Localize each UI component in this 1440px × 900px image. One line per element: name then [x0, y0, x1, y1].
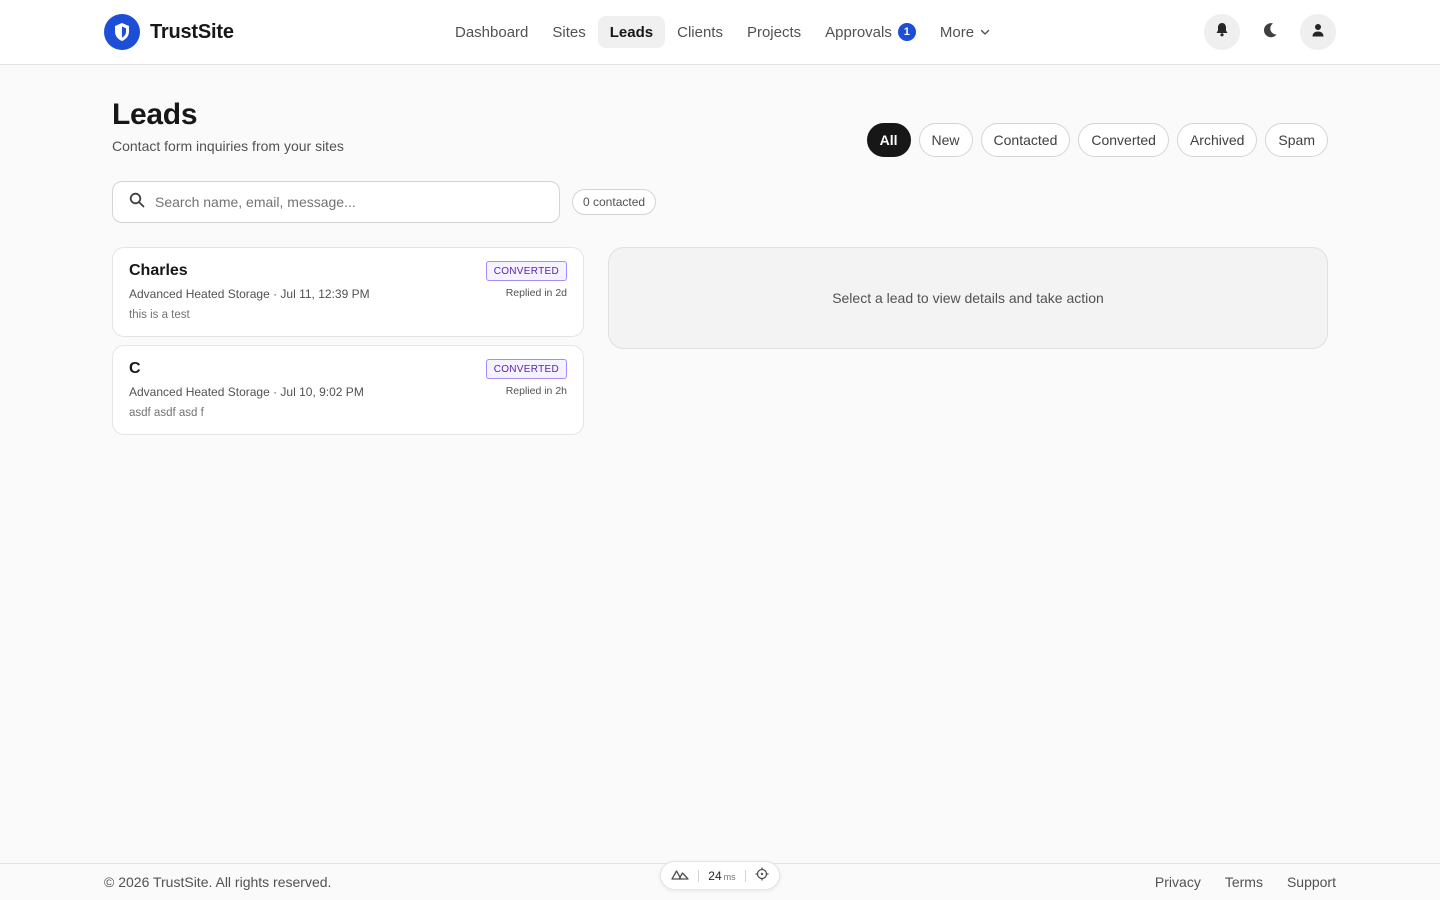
search-icon — [129, 192, 145, 213]
top-actions — [1204, 14, 1336, 50]
devtools-toolbar: 24 ms — [660, 861, 780, 890]
nav-more[interactable]: More — [928, 16, 1002, 48]
bell-icon — [1215, 22, 1229, 42]
search-input[interactable] — [155, 194, 535, 210]
nav-projects[interactable]: Projects — [735, 16, 813, 48]
filter-spam[interactable]: Spam — [1265, 123, 1328, 157]
detail-empty-text: Select a lead to view details and take a… — [832, 290, 1104, 306]
filter-contacted[interactable]: Contacted — [980, 123, 1071, 157]
footer-links: Privacy Terms Support — [1155, 874, 1336, 890]
theme-toggle-button[interactable] — [1252, 14, 1288, 50]
crosshair-icon[interactable] — [755, 867, 769, 884]
render-time-readout[interactable]: 24 ms — [708, 869, 735, 883]
lead-reply-time: Replied in 2h — [505, 385, 567, 397]
nav-approvals-label: Approvals — [825, 23, 892, 41]
lead-message-preview: asdf asdf asd f — [129, 407, 204, 419]
filter-new[interactable]: New — [918, 123, 973, 157]
user-menu-button[interactable] — [1300, 14, 1336, 50]
lead-meta: Advanced Heated Storage · Jul 10, 9:02 P… — [129, 385, 364, 399]
nav-sites[interactable]: Sites — [540, 16, 597, 48]
devtools-divider — [744, 869, 746, 882]
filter-converted[interactable]: Converted — [1078, 123, 1169, 157]
nav-approvals[interactable]: Approvals 1 — [813, 16, 928, 48]
lead-card[interactable]: Charles Advanced Heated Storage · Jul 11… — [112, 247, 584, 337]
nav-more-label: More — [939, 23, 975, 41]
footer-link-terms[interactable]: Terms — [1225, 874, 1263, 890]
nav-clients[interactable]: Clients — [665, 16, 735, 48]
lead-detail-panel: Select a lead to view details and take a… — [608, 247, 1328, 349]
lead-status-badge: CONVERTED — [485, 261, 567, 281]
filter-all[interactable]: All — [866, 123, 911, 157]
devtools-divider — [698, 869, 700, 882]
page-title: Leads — [112, 98, 198, 131]
status-filter-group: All New Contacted Converted Archived Spa… — [866, 123, 1328, 157]
search-box — [112, 181, 560, 223]
footer-link-support[interactable]: Support — [1287, 874, 1336, 890]
nuxt-logo-icon[interactable] — [671, 868, 690, 883]
lead-status-badge: CONVERTED — [485, 359, 567, 379]
lead-message-preview: this is a test — [129, 309, 190, 321]
render-time-value: 24 — [708, 868, 722, 883]
contacted-count-badge: 0 contacted — [572, 189, 657, 215]
lead-meta: Advanced Heated Storage · Jul 11, 12:39 … — [129, 287, 370, 301]
main-nav: Dashboard Sites Leads Clients Projects A… — [443, 16, 1002, 48]
lead-name: Charles — [129, 262, 188, 279]
approvals-count-badge: 1 — [897, 23, 916, 41]
nav-dashboard[interactable]: Dashboard — [443, 16, 540, 48]
moon-icon — [1261, 21, 1279, 44]
brand-name: TrustSite — [150, 20, 234, 43]
lead-name: C — [129, 360, 141, 377]
nav-leads[interactable]: Leads — [597, 16, 666, 48]
top-navbar: TrustSite Dashboard Sites Leads Clients … — [0, 0, 1440, 65]
footer-link-privacy[interactable]: Privacy — [1155, 874, 1201, 890]
filter-archived[interactable]: Archived — [1176, 123, 1258, 157]
user-icon — [1311, 23, 1325, 42]
chevron-down-icon — [980, 24, 990, 41]
brand[interactable]: TrustSite — [104, 14, 234, 50]
render-time-unit: ms — [723, 871, 736, 882]
copyright-text: © 2026 TrustSite. All rights reserved. — [104, 874, 332, 890]
lead-reply-time: Replied in 2d — [505, 287, 567, 299]
notifications-button[interactable] — [1204, 14, 1240, 50]
lead-card[interactable]: C Advanced Heated Storage · Jul 10, 9:02… — [112, 345, 584, 435]
page-subtitle: Contact form inquiries from your sites — [112, 138, 344, 154]
shield-logo-icon — [104, 14, 140, 50]
